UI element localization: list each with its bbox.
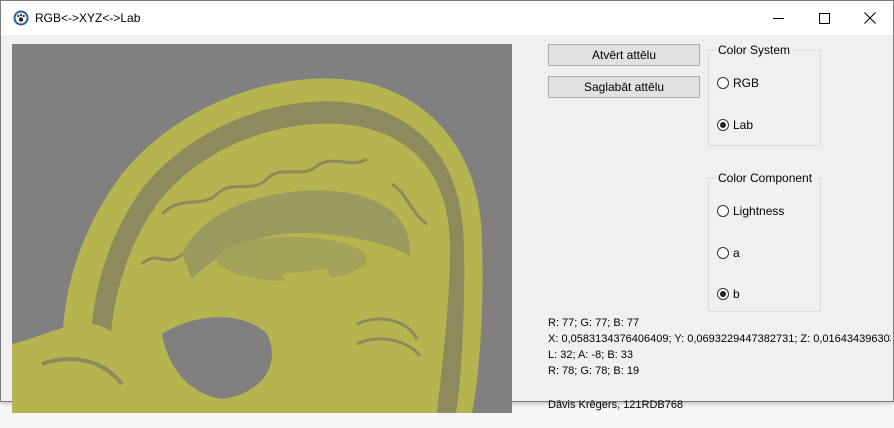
open-image-button[interactable]: Atvērt attēlu	[548, 44, 700, 66]
save-image-button[interactable]: Saglabāt attēlu	[548, 76, 700, 98]
mri-image	[12, 44, 512, 413]
xyz-value-text: X: 0,0583134376406409; Y: 0,069322944738…	[548, 333, 891, 345]
maximize-icon	[818, 12, 830, 24]
radio-rgb-circle[interactable]	[717, 77, 729, 89]
minimize-icon	[772, 17, 784, 19]
radio-lightness-label: Lightness	[733, 204, 785, 218]
maximize-button[interactable]	[801, 1, 847, 35]
color-component-legend: Color Component	[715, 171, 816, 185]
radio-b-label: b	[733, 287, 740, 301]
radio-lightness-circle[interactable]	[717, 205, 729, 217]
window-title: RGB<->XYZ<->Lab	[35, 11, 141, 25]
app-icon	[13, 10, 29, 26]
radio-lab-circle[interactable]	[717, 119, 729, 131]
rgb-value-text: R: 77; G: 77; B: 77	[548, 317, 640, 329]
radio-a-circle[interactable]	[717, 247, 729, 259]
lab-value-text: L: 32; A: -8; B: 33	[548, 349, 633, 361]
rgb-result-text: R: 78; G: 78; B: 19	[548, 365, 640, 377]
radio-lightness[interactable]: Lightness	[717, 204, 784, 218]
image-display	[12, 44, 512, 413]
radio-rgb-label: RGB	[733, 76, 760, 90]
title-bar[interactable]: RGB<->XYZ<->Lab	[1, 1, 893, 35]
radio-b-circle[interactable]	[717, 288, 729, 300]
color-system-group: Color System RGB Lab	[708, 43, 821, 146]
radio-b[interactable]: b	[717, 287, 740, 301]
author-text: Dāvis Krēgers, 121RDB768	[548, 399, 684, 411]
app-window: RGB<->XYZ<->Lab Atvērt attēlu Saglabāt a…	[0, 0, 894, 413]
radio-rgb[interactable]: RGB	[717, 76, 759, 90]
color-component-group: Color Component Lightness a b	[708, 171, 821, 312]
close-button[interactable]	[847, 1, 893, 35]
radio-a-label: a	[733, 246, 740, 260]
close-icon	[864, 12, 876, 24]
radio-lab[interactable]: Lab	[717, 118, 753, 132]
minimize-button[interactable]	[755, 1, 801, 35]
radio-lab-label: Lab	[733, 118, 754, 132]
radio-a[interactable]: a	[717, 246, 740, 260]
color-system-legend: Color System	[715, 43, 794, 57]
